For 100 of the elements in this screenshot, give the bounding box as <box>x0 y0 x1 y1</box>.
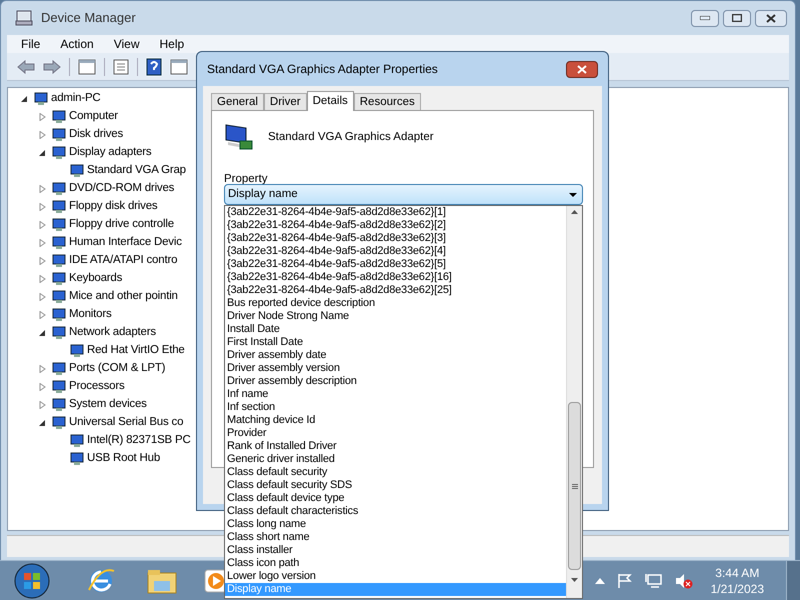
expand-arrow-icon[interactable] <box>39 113 46 121</box>
scrollbar[interactable] <box>566 206 582 598</box>
tree-item[interactable]: Floppy drive controlle <box>69 216 174 234</box>
clock-time[interactable]: 3:44 AM <box>715 564 760 580</box>
tree-item[interactable]: IDE ATA/ATAPI contro <box>69 252 178 270</box>
tree-item[interactable]: Mice and other pointin <box>69 288 178 306</box>
expand-arrow-icon[interactable] <box>39 131 46 139</box>
dropdown-option[interactable]: Class long name <box>225 518 566 531</box>
menu-item[interactable]: Action <box>60 35 94 53</box>
expand-arrow-icon[interactable] <box>39 311 46 319</box>
dropdown-option[interactable]: Matching device Id <box>225 414 566 427</box>
tree-item[interactable]: USB Root Hub <box>87 450 160 468</box>
tab[interactable]: Details <box>306 91 354 111</box>
dropdown-option[interactable]: First Install Date <box>225 336 566 349</box>
tree-item[interactable]: System devices <box>69 396 147 414</box>
device-icon <box>68 344 84 358</box>
close-button[interactable] <box>755 10 787 26</box>
tab[interactable]: Resources <box>354 93 421 110</box>
collapse-arrow-icon[interactable] <box>39 329 46 337</box>
expand-arrow-icon[interactable] <box>39 275 46 283</box>
start-orb-icon[interactable] <box>14 562 50 598</box>
expand-arrow-icon[interactable] <box>39 257 46 265</box>
expand-arrow-icon[interactable] <box>39 293 46 301</box>
dropdown-option[interactable]: Driver assembly description <box>225 375 566 388</box>
flag-icon[interactable] <box>616 572 633 588</box>
menu-item[interactable]: Help <box>160 35 184 53</box>
collapse-arrow-icon[interactable] <box>39 419 46 427</box>
tree-item[interactable]: Red Hat VirtIO Ethe <box>87 342 185 360</box>
maximize-button[interactable] <box>723 10 751 26</box>
dropdown-option[interactable]: {3ab22e31-8264-4b4e-9af5-a8d2d8e33e62}[5] <box>225 258 566 271</box>
show-hidden-icons-icon[interactable] <box>594 578 605 584</box>
property-dropdown[interactable]: Display name <box>224 184 583 205</box>
clock-date[interactable]: 1/21/2023 <box>710 580 764 596</box>
tree-item[interactable]: Processors <box>69 378 125 396</box>
tree-item[interactable]: Monitors <box>69 306 112 324</box>
tree-item[interactable]: Keyboards <box>69 270 122 288</box>
dropdown-option[interactable]: Inf name <box>225 388 566 401</box>
menu-item[interactable]: File <box>21 35 40 53</box>
dropdown-option[interactable]: Lower logo version <box>225 570 566 583</box>
scroll-down-icon[interactable] <box>571 578 578 582</box>
close-button[interactable] <box>566 60 598 78</box>
tree-item[interactable]: Floppy disk drives <box>69 198 158 216</box>
dropdown-option[interactable]: Rank of Installed Driver <box>225 440 566 453</box>
dropdown-option[interactable]: {3ab22e31-8264-4b4e-9af5-a8d2d8e33e62}[16] <box>225 271 566 284</box>
tree-item[interactable]: Human Interface Devic <box>69 234 182 252</box>
window-pane-icon[interactable] <box>78 58 96 74</box>
tree-item[interactable]: Universal Serial Bus co <box>69 414 184 432</box>
expand-arrow-icon[interactable] <box>39 239 46 247</box>
tab[interactable]: General <box>211 93 264 110</box>
tree-item[interactable]: admin-PC <box>51 90 101 108</box>
network-icon[interactable] <box>644 572 663 588</box>
menu-item[interactable]: View <box>114 35 140 53</box>
dropdown-option[interactable]: Class icon path <box>225 557 566 570</box>
tree-item[interactable]: DVD/CD-ROM drives <box>69 180 174 198</box>
dropdown-option[interactable]: Class default device type <box>225 492 566 505</box>
dropdown-option[interactable]: Generic driver installed <box>225 453 566 466</box>
help-icon[interactable] <box>146 58 162 76</box>
minimize-button[interactable] <box>691 10 719 26</box>
expand-arrow-icon[interactable] <box>39 203 46 211</box>
dropdown-option[interactable]: {3ab22e31-8264-4b4e-9af5-a8d2d8e33e62}[3] <box>225 232 566 245</box>
dropdown-option[interactable]: {3ab22e31-8264-4b4e-9af5-a8d2d8e33e62}[25] <box>225 284 566 297</box>
dropdown-option[interactable]: Class default security SDS <box>225 479 566 492</box>
dropdown-option[interactable]: Class installer <box>225 544 566 557</box>
tab[interactable]: Driver <box>264 93 307 110</box>
tree-item[interactable]: Disk drives <box>69 126 124 144</box>
scroll-up-icon[interactable] <box>571 210 578 214</box>
back-arrow-icon[interactable] <box>17 60 35 74</box>
dropdown-option[interactable]: Class default characteristics <box>225 505 566 518</box>
dropdown-option[interactable]: {3ab22e31-8264-4b4e-9af5-a8d2d8e33e62}[2] <box>225 219 566 232</box>
dropdown-option[interactable]: {3ab22e31-8264-4b4e-9af5-a8d2d8e33e62}[4] <box>225 245 566 258</box>
tree-item[interactable]: Display adapters <box>69 144 152 162</box>
tree-item[interactable]: Computer <box>69 108 118 126</box>
speaker-muted-icon[interactable] <box>674 572 693 588</box>
forward-arrow-icon[interactable] <box>43 60 61 74</box>
dropdown-option[interactable]: Driver assembly version <box>225 362 566 375</box>
tree-item[interactable]: Intel(R) 82371SB PC <box>87 432 191 450</box>
dropdown-option[interactable]: Provider <box>225 427 566 440</box>
expand-arrow-icon[interactable] <box>39 185 46 193</box>
scrollbar-thumb[interactable] <box>568 402 581 570</box>
properties-icon[interactable] <box>113 58 129 74</box>
dropdown-option[interactable]: Install Date <box>225 323 566 336</box>
window-pane-icon[interactable] <box>170 58 188 74</box>
expand-arrow-icon[interactable] <box>39 383 46 391</box>
tree-item[interactable]: Network adapters <box>69 324 156 342</box>
tree-item[interactable]: Standard VGA Grap <box>87 162 186 180</box>
grip-icon <box>572 484 578 488</box>
expand-arrow-icon[interactable] <box>39 221 46 229</box>
tree-item[interactable]: Ports (COM & LPT) <box>69 360 166 378</box>
expand-arrow-icon[interactable] <box>39 401 46 409</box>
collapse-arrow-icon[interactable] <box>21 95 28 103</box>
collapse-arrow-icon[interactable] <box>39 149 46 157</box>
dropdown-option[interactable]: Inf section <box>225 401 566 414</box>
dropdown-option[interactable]: Class short name <box>225 531 566 544</box>
dropdown-option[interactable]: {3ab22e31-8264-4b4e-9af5-a8d2d8e33e62}[1] <box>225 206 566 219</box>
dropdown-option[interactable]: Bus reported device description <box>225 297 566 310</box>
expand-arrow-icon[interactable] <box>39 365 46 373</box>
show-desktop-button[interactable] <box>786 560 800 600</box>
dropdown-option[interactable]: Class default security <box>225 466 566 479</box>
dropdown-option[interactable]: Driver assembly date <box>225 349 566 362</box>
dropdown-option[interactable]: Driver Node Strong Name <box>225 310 566 323</box>
